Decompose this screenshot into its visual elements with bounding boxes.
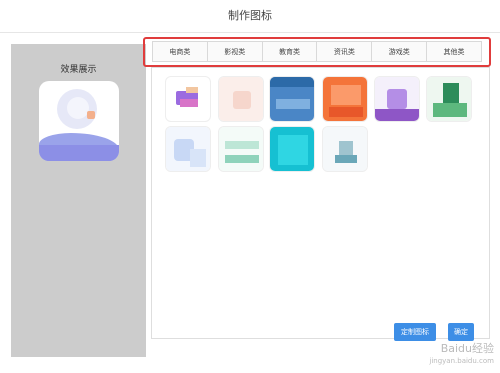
icon-tile[interactable] — [218, 126, 264, 172]
custom-icon-button[interactable]: 定制图标 — [394, 323, 436, 341]
tab-ecommerce[interactable]: 电商类 — [152, 41, 208, 62]
tab-news[interactable]: 资讯类 — [317, 41, 373, 62]
tab-games[interactable]: 游戏类 — [372, 41, 428, 62]
icon-tile[interactable] — [322, 126, 368, 172]
icon-tile[interactable] — [426, 76, 472, 122]
preview-icon-image — [39, 81, 119, 161]
icon-tile[interactable] — [269, 126, 315, 172]
dialog-title: 制作图标 — [228, 9, 272, 22]
confirm-button[interactable]: 确定 — [448, 323, 474, 341]
category-tabs: 电商类 影视类 教育类 资讯类 游戏类 其他类 — [152, 41, 482, 62]
preview-panel: 效果展示 — [11, 44, 146, 357]
icon-tile[interactable] — [165, 76, 211, 122]
baidu-watermark: Baidu经验 jingyan.baidu.com — [429, 343, 494, 367]
icon-tile[interactable] — [374, 76, 420, 122]
icon-tile[interactable] — [269, 76, 315, 122]
icon-gallery-panel: 定制图标 确定 — [151, 67, 490, 341]
tab-other[interactable]: 其他类 — [427, 41, 482, 62]
watermark-url: jingyan.baidu.com — [429, 357, 494, 365]
preview-label: 效果展示 — [60, 65, 97, 75]
icon-tile[interactable] — [165, 126, 211, 172]
watermark-brand: Baidu经验 — [440, 342, 494, 355]
tab-education[interactable]: 教育类 — [262, 41, 318, 62]
icon-tile[interactable] — [218, 76, 264, 122]
title-divider — [0, 32, 500, 33]
icon-tile[interactable] — [322, 76, 368, 122]
tab-film[interactable]: 影视类 — [207, 41, 263, 62]
